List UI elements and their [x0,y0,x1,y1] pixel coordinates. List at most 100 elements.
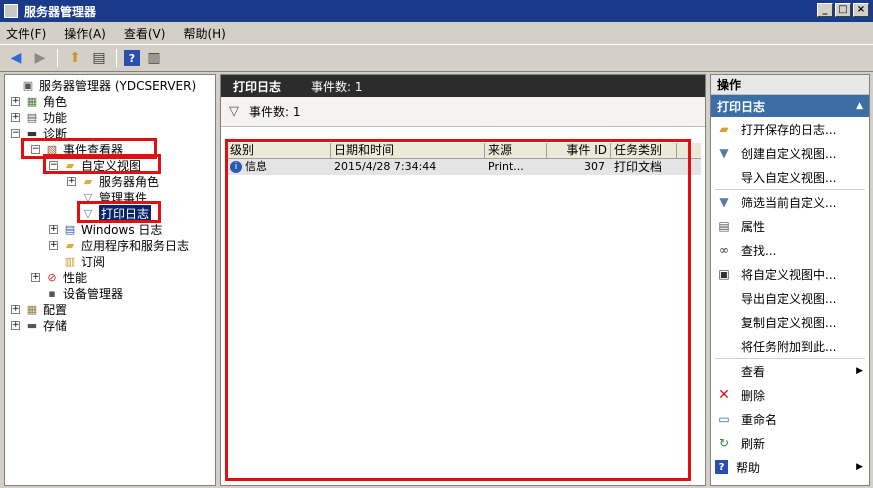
action-label: 导出自定义视图... [741,291,837,306]
action-label: 导入自定义视图... [741,170,837,185]
center-header: 打印日志 事件数: 1 [221,75,705,97]
action-label: 重命名 [741,412,778,427]
action-label: 删除 [741,388,766,403]
tree-item-device-manager[interactable]: ▪ 设备管理器 [31,285,123,301]
action-label: 打开保存的日志... [741,122,837,137]
roles-icon: ▦ [26,94,38,108]
tree-label: 性能 [63,270,88,285]
tree-item-roles[interactable]: + ▦ 角色 [11,93,67,109]
action-filter-current[interactable]: ▼ 筛选当前自定义... [711,190,869,214]
action-export-custom-view[interactable]: 导出自定义视图... [711,286,869,310]
action-create-custom-view[interactable]: ▼ 创建自定义视图... [711,141,869,165]
windows-logs-icon: ▤ [64,222,76,236]
show-action-pane-icon[interactable]: ▥ [144,48,164,68]
action-find[interactable]: ∞ 查找... [711,238,869,262]
window-title: 服务器管理器 [24,4,97,19]
filter-icon: ▽ [229,104,239,119]
maximize-button[interactable]: □ [835,3,851,17]
action-copy-custom-view[interactable]: 复制自定义视图... [711,310,869,334]
tree-item-server-manager[interactable]: ▣ 服务器管理器 (YDCSERVER) [7,77,196,93]
minimize-button[interactable]: _ [817,3,833,17]
action-attach-task[interactable]: 将任务附加到此... [711,334,869,358]
tree-item-performance[interactable]: + ⊘ 性能 [31,269,87,285]
tree-label: 订阅 [81,254,106,269]
tree-item-configuration[interactable]: + ▦ 配置 [11,301,67,317]
show-hide-tree-icon[interactable]: ▤ [89,48,109,68]
forward-arrow-icon[interactable]: ▶ [30,48,50,68]
highlight-print-log [77,201,161,223]
tree-item-app-service-logs[interactable]: + ▰ 应用程序和服务日志 [49,237,189,253]
menu-bar: 文件(F) 操作(A) 查看(V) 帮助(H) [0,22,873,44]
action-open-saved-log[interactable]: ▰ 打开保存的日志... [711,117,869,141]
back-arrow-icon[interactable]: ◀ [6,48,26,68]
tree-item-features[interactable]: + ▤ 功能 [11,109,67,125]
menu-file[interactable]: 文件(F) [6,25,46,42]
action-rename[interactable]: ▭ 重命名 [711,407,869,431]
tree-label: 配置 [43,302,68,317]
expand-icon[interactable]: + [11,304,20,314]
binoculars-icon: ∞ [719,243,729,257]
menu-help[interactable]: 帮助(H) [183,25,225,42]
action-label: 帮助 [736,460,761,475]
tree-label: 角色 [43,94,68,109]
action-label: 将任务附加到此... [741,339,837,354]
folder-open-icon: ▰ [719,122,729,136]
close-button[interactable]: × [853,3,869,17]
action-help[interactable]: ? 帮助 ▶ [711,455,869,479]
rename-icon: ▭ [718,412,730,426]
server-icon: ▣ [22,78,34,92]
configuration-icon: ▦ [26,302,38,316]
up-folder-icon[interactable]: ⬆ [65,48,85,68]
expand-icon[interactable]: + [67,176,76,186]
expand-icon[interactable]: + [11,96,20,106]
tree-label: 应用程序和服务日志 [81,238,190,253]
filter-icon: ▼ [719,195,729,209]
menu-action[interactable]: 操作(A) [64,25,106,42]
expand-icon[interactable]: + [31,272,40,282]
action-label: 将自定义视图中... [741,267,837,282]
subscriptions-icon: ▥ [64,254,76,268]
tree-item-subscriptions[interactable]: ▥ 订阅 [49,253,105,269]
tree-item-storage[interactable]: + ▬ 存储 [11,317,67,333]
action-properties[interactable]: ▤ 属性 [711,214,869,238]
highlight-event-grid [225,139,691,481]
menu-view[interactable]: 查看(V) [124,25,166,42]
tree-label: 服务器角色 [99,174,160,189]
help-icon[interactable]: ? [124,50,140,66]
action-label: 查看 [741,364,766,379]
filter-event-count: 事件数: 1 [249,105,301,119]
actions-section-print-log[interactable]: 打印日志 ▲ [711,95,869,117]
features-icon: ▤ [26,110,38,124]
save-icon: ▣ [718,267,730,281]
filter-bar: ▽ 事件数: 1 [221,97,705,127]
collapse-icon[interactable]: − [11,128,20,138]
center-pane: 打印日志 事件数: 1 ▽ 事件数: 1 级别 日期和时间 来源 事件 ID 任… [220,74,706,486]
action-refresh[interactable]: ↻ 刷新 [711,431,869,455]
collapse-up-icon[interactable]: ▲ [856,101,863,111]
delete-icon: ✕ [718,387,730,403]
filter-create-icon: ▼ [719,146,729,160]
tree-label: 设备管理器 [63,286,124,301]
tree-item-windows-logs[interactable]: + ▤ Windows 日志 [49,221,162,237]
properties-icon: ▤ [718,219,730,233]
action-label: 筛选当前自定义... [741,195,837,210]
expand-icon[interactable]: + [49,240,58,250]
center-title: 打印日志 [233,79,282,94]
performance-icon: ⊘ [47,270,57,284]
action-label: 创建自定义视图... [741,146,837,161]
toolbar: ◀ ▶ ⬆ ▤ ? ▥ [0,44,873,72]
action-save-events[interactable]: ▣ 将自定义视图中... [711,262,869,286]
folder-icon: ▰ [83,174,93,188]
device-manager-icon: ▪ [48,286,56,300]
expand-icon[interactable]: + [11,112,20,122]
actions-section-title: 打印日志 [717,99,766,114]
action-view[interactable]: 查看 ▶ [711,359,869,383]
tree-item-server-roles[interactable]: + ▰ 服务器角色 [67,173,159,189]
action-delete[interactable]: ✕ 删除 [711,383,869,407]
toolbar-separator [116,49,117,67]
action-label: 属性 [741,219,766,234]
tree-label: 存储 [43,318,68,333]
action-import-custom-view[interactable]: 导入自定义视图... [711,165,869,189]
expand-icon[interactable]: + [11,320,20,330]
expand-icon[interactable]: + [49,224,58,234]
